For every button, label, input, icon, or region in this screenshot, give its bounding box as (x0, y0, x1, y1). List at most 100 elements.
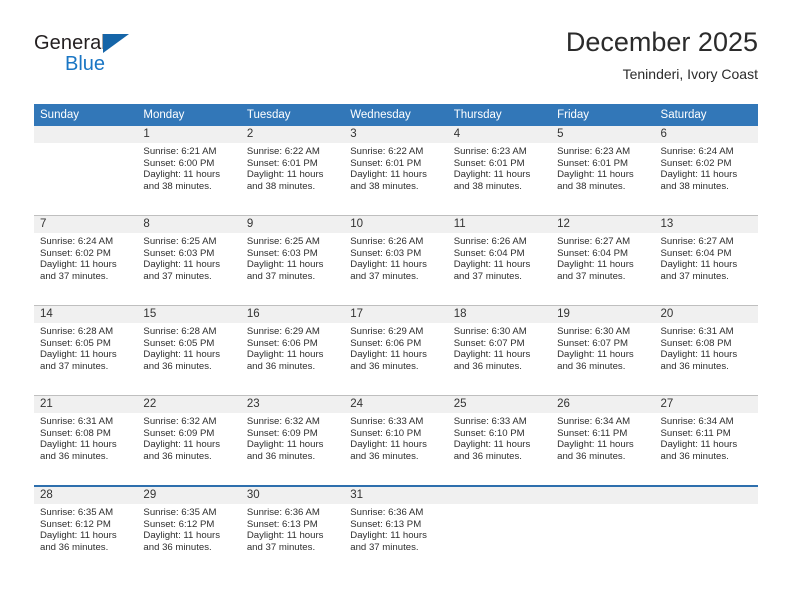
sunrise-time: Sunrise: 6:24 AM (660, 146, 734, 157)
daylight-duration-line2: and 36 minutes. (453, 360, 522, 372)
calendar-day-cell[interactable]: 22 Sunrise: 6:32 AM Sunset: 6:09 PM Dayligh… (137, 396, 241, 485)
calendar-day-cell[interactable]: 15 Sunrise: 6:28 AM Sunset: 6:05 PM Dayligh… (137, 306, 241, 395)
daylight-duration-line1: Daylight: 11 hours (453, 439, 531, 451)
daylight-duration-line2: and 36 minutes. (40, 450, 109, 462)
calendar-day-cell[interactable]: 14 Sunrise: 6:28 AM Sunset: 6:05 PM Dayligh… (34, 306, 138, 395)
sunrise-time: Sunrise: 6:27 AM (557, 236, 631, 247)
calendar-day-cell[interactable]: 12 Sunrise: 6:27 AM Sunset: 6:04 PM Dayligh… (551, 216, 655, 305)
calendar-day-cell[interactable]: 10 Sunrise: 6:26 AM Sunset: 6:03 PM Dayligh… (344, 216, 448, 305)
calendar-day-cell[interactable]: 25 Sunrise: 6:33 AM Sunset: 6:10 PM Dayligh… (447, 396, 552, 485)
calendar-day-cell[interactable]: 19 Sunrise: 6:30 AM Sunset: 6:07 PM Dayligh… (551, 306, 655, 395)
day-number: 12 (551, 216, 655, 233)
daylight-duration-line2: and 38 minutes. (557, 180, 626, 192)
calendar-day-cell[interactable]: 28 Sunrise: 6:35 AM Sunset: 6:12 PM Dayligh… (34, 487, 138, 576)
daylight-duration-line2: and 37 minutes. (246, 541, 316, 553)
calendar-day-cell[interactable]: 2 Sunrise: 6:22 AM Sunset: 6:01 PM Daylight… (240, 126, 345, 215)
day-details: Sunrise: 6:28 AM Sunset: 6:05 PM Daylight:… (34, 323, 137, 372)
calendar-day-cell[interactable]: 7 Sunrise: 6:24 AM Sunset: 6:02 PM Daylight… (34, 216, 138, 305)
day-details: Sunrise: 6:22 AM Sunset: 6:01 PM Daylight:… (344, 143, 447, 192)
calendar-day-cell[interactable]: 29 Sunrise: 6:35 AM Sunset: 6:12 PM Dayligh… (137, 487, 241, 576)
calendar-day-cell[interactable]: 9 Sunrise: 6:25 AM Sunset: 6:03 PM Daylight… (240, 216, 345, 305)
general-blue-logo[interactable]: General Blue (34, 32, 234, 88)
calendar-day-cell[interactable]: 31 Sunrise: 6:36 AM Sunset: 6:13 PM Dayligh… (344, 487, 448, 576)
daylight-duration-line1: Daylight: 11 hours (453, 259, 531, 271)
calendar-container: Sunday Monday Tuesday Wednesday Thursday Frid… (34, 104, 758, 576)
calendar-day-cell[interactable]: 30 Sunrise: 6:36 AM Sunset: 6:13 PM Dayligh… (240, 487, 345, 576)
sunset-time: Sunset: 6:03 PM (246, 247, 318, 259)
day-number: 23 (240, 396, 345, 413)
sunset-time: Sunset: 6:01 PM (557, 157, 629, 169)
calendar-page: General Blue December 2025 Teninderi, Iv… (0, 0, 792, 612)
calendar-day-cell[interactable]: 26 Sunrise: 6:34 AM Sunset: 6:11 PM Dayligh… (551, 396, 655, 485)
day-details: Sunrise: 6:23 AM Sunset: 6:01 PM Daylight:… (448, 143, 551, 192)
calendar-day-cell[interactable]: 5 Sunrise: 6:23 AM Sunset: 6:01 PM Daylight… (551, 126, 655, 215)
day-details: Sunrise: 6:27 AM Sunset: 6:04 PM Daylight:… (655, 233, 758, 282)
daylight-duration-line2: and 38 minutes. (143, 180, 212, 192)
daylight-duration-line2: and 36 minutes. (40, 541, 109, 553)
calendar-day-cell[interactable]: 21 Sunrise: 6:31 AM Sunset: 6:08 PM Dayligh… (34, 396, 138, 485)
daylight-duration-line1: Daylight: 11 hours (660, 259, 738, 271)
daylight-duration-line2: and 37 minutes. (453, 270, 522, 282)
day-number: 28 (34, 487, 138, 504)
day-number: 13 (654, 216, 758, 233)
daylight-duration-line1: Daylight: 11 hours (40, 530, 117, 542)
sunrise-time: Sunrise: 6:22 AM (350, 146, 424, 157)
day-number (34, 126, 138, 143)
daylight-duration-line1: Daylight: 11 hours (350, 530, 427, 542)
calendar-day-cell[interactable]: 24 Sunrise: 6:33 AM Sunset: 6:10 PM Dayligh… (344, 396, 448, 485)
day-details: Sunrise: 6:35 AM Sunset: 6:12 PM Daylight:… (137, 504, 240, 553)
triangle-logo-icon (103, 34, 129, 53)
calendar-day-cell[interactable]: 11 Sunrise: 6:26 AM Sunset: 6:04 PM Dayligh… (447, 216, 552, 305)
sunrise-time: Sunrise: 6:21 AM (143, 146, 217, 157)
day-details: Sunrise: 6:29 AM Sunset: 6:06 PM Daylight:… (344, 323, 447, 372)
sunset-time: Sunset: 6:02 PM (660, 157, 732, 169)
day-number: 19 (551, 306, 655, 323)
day-details: Sunrise: 6:30 AM Sunset: 6:07 PM Daylight:… (551, 323, 654, 372)
calendar-day-cell[interactable]: 18 Sunrise: 6:30 AM Sunset: 6:07 PM Dayligh… (447, 306, 552, 395)
day-number: 6 (654, 126, 758, 143)
sunset-time: Sunset: 6:06 PM (246, 337, 318, 349)
sunset-time: Sunset: 6:02 PM (40, 247, 111, 259)
day-number: 4 (447, 126, 552, 143)
calendar-day-cell[interactable]: 17 Sunrise: 6:29 AM Sunset: 6:06 PM Dayligh… (344, 306, 448, 395)
calendar-day-cell[interactable]: 16 Sunrise: 6:29 AM Sunset: 6:06 PM Dayligh… (240, 306, 345, 395)
calendar-day-cell[interactable]: 6 Sunrise: 6:24 AM Sunset: 6:02 PM Daylight… (654, 126, 758, 215)
sunset-time: Sunset: 6:05 PM (40, 337, 111, 349)
calendar-day-cell[interactable]: 20 Sunrise: 6:31 AM Sunset: 6:08 PM Dayligh… (654, 306, 758, 395)
calendar-day-cell[interactable]: 13 Sunrise: 6:27 AM Sunset: 6:04 PM Dayligh… (654, 216, 758, 305)
day-number: 8 (137, 216, 241, 233)
calendar-header-row: Sunday Monday Tuesday Wednesday Thursday Frid… (34, 104, 758, 126)
weekday-row: Sunday Monday Tuesday Wednesday Thursday Frid… (34, 104, 758, 126)
day-details: Sunrise: 6:22 AM Sunset: 6:01 PM Daylight:… (241, 143, 344, 192)
calendar-day-cell[interactable]: 1 Sunrise: 6:21 AM Sunset: 6:00 PM Daylight… (137, 126, 241, 215)
daylight-duration-line1: Daylight: 11 hours (350, 259, 427, 271)
calendar-day-cell[interactable]: 3 Sunrise: 6:22 AM Sunset: 6:01 PM Daylight… (344, 126, 448, 215)
daylight-duration-line2: and 36 minutes. (143, 450, 212, 462)
day-number: 18 (447, 306, 552, 323)
day-number: 24 (344, 396, 448, 413)
sunrise-time: Sunrise: 6:30 AM (453, 326, 527, 337)
calendar-body: 1 Sunrise: 6:21 AM Sunset: 6:00 PM Daylight… (34, 126, 758, 576)
calendar-cell-empty (447, 487, 552, 576)
day-number: 9 (240, 216, 345, 233)
sunrise-time: Sunrise: 6:26 AM (453, 236, 527, 247)
sunrise-time: Sunrise: 6:35 AM (143, 507, 217, 518)
daylight-duration-line1: Daylight: 11 hours (660, 439, 738, 451)
daylight-duration-line1: Daylight: 11 hours (557, 439, 634, 451)
calendar-week-row: 7 Sunrise: 6:24 AM Sunset: 6:02 PM Daylight… (34, 215, 758, 306)
day-number: 11 (447, 216, 552, 233)
calendar-day-cell[interactable]: 23 Sunrise: 6:32 AM Sunset: 6:09 PM Dayligh… (240, 396, 345, 485)
day-details: Sunrise: 6:31 AM Sunset: 6:08 PM Daylight:… (655, 323, 758, 372)
day-details: Sunrise: 6:36 AM Sunset: 6:13 PM Daylight:… (344, 504, 447, 553)
daylight-duration-line2: and 38 minutes. (246, 180, 316, 192)
calendar-day-cell[interactable]: 27 Sunrise: 6:34 AM Sunset: 6:11 PM Dayligh… (654, 396, 758, 485)
sunrise-time: Sunrise: 6:36 AM (246, 507, 320, 518)
calendar-day-cell[interactable]: 8 Sunrise: 6:25 AM Sunset: 6:03 PM Daylight… (137, 216, 241, 305)
weekday-header-friday: Friday (551, 104, 655, 126)
weekday-header-thursday: Thursday (447, 104, 552, 126)
sunrise-time: Sunrise: 6:28 AM (40, 326, 114, 337)
day-number: 25 (447, 396, 552, 413)
sunset-time: Sunset: 6:04 PM (453, 247, 525, 259)
sunrise-time: Sunrise: 6:24 AM (40, 236, 114, 247)
calendar-day-cell[interactable]: 4 Sunrise: 6:23 AM Sunset: 6:01 PM Daylight… (447, 126, 552, 215)
